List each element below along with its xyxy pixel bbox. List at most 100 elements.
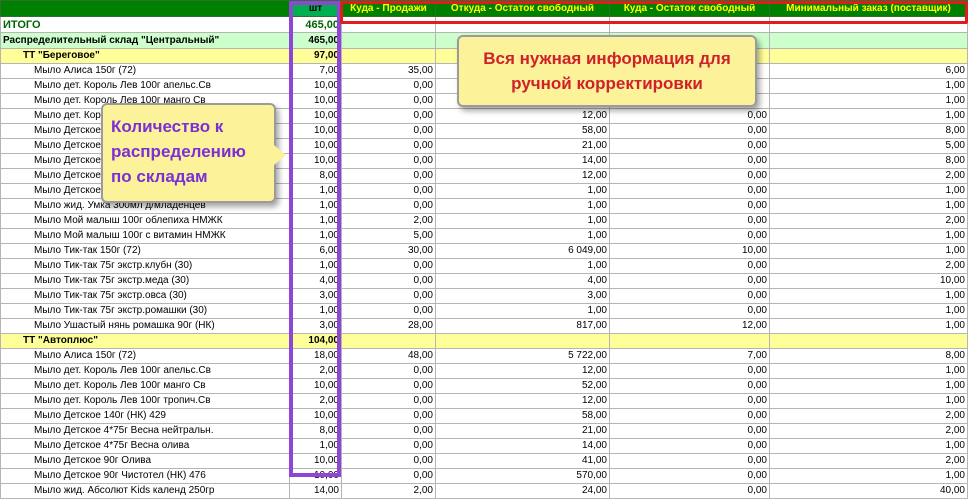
item-dest-free-cell[interactable]: 0,00 <box>609 483 770 499</box>
item-min-order-cell[interactable]: 2,00 <box>769 168 968 184</box>
item-source-free-cell[interactable]: 1,00 <box>435 258 610 274</box>
item-dest-free-cell[interactable]: 0,00 <box>609 423 770 439</box>
item-qty-cell[interactable]: 10,00 <box>289 78 342 94</box>
item-min-order-cell[interactable]: 1,00 <box>769 363 968 379</box>
item-qty-cell[interactable]: 8,00 <box>289 423 342 439</box>
item-sales-cell[interactable]: 0,00 <box>341 408 436 424</box>
item-qty-cell[interactable]: 6,00 <box>289 243 342 259</box>
header-name-cell[interactable] <box>0 0 290 17</box>
item-sales-cell[interactable]: 35,00 <box>341 63 436 79</box>
item-source-free-cell[interactable]: 12,00 <box>435 393 610 409</box>
item-dest-free-cell[interactable]: 12,00 <box>609 318 770 334</box>
item-sales-cell[interactable]: 0,00 <box>341 183 436 199</box>
item-qty-cell[interactable]: 10,00 <box>289 468 342 484</box>
item-name-cell[interactable]: Мыло Детское 90г Чистотел (НК) 476 <box>0 468 290 484</box>
store-label-cell[interactable]: ТТ "Автоплюс" <box>0 333 290 349</box>
item-name-cell[interactable]: Мыло дет. Король Лев 100г апельс.Св <box>0 363 290 379</box>
item-name-cell[interactable]: Мыло Детское 140г (НК) 429 <box>0 408 290 424</box>
item-qty-cell[interactable]: 1,00 <box>289 198 342 214</box>
item-source-free-cell[interactable]: 1,00 <box>435 228 610 244</box>
item-sales-cell[interactable]: 30,00 <box>341 243 436 259</box>
empty-cell[interactable] <box>341 48 436 64</box>
item-min-order-cell[interactable]: 1,00 <box>769 378 968 394</box>
item-min-order-cell[interactable]: 1,00 <box>769 318 968 334</box>
item-name-cell[interactable]: Мыло Мой малыш 100г облепиха НМЖК <box>0 213 290 229</box>
item-dest-free-cell[interactable]: 0,00 <box>609 468 770 484</box>
item-dest-free-cell[interactable]: 0,00 <box>609 273 770 289</box>
item-min-order-cell[interactable]: 5,00 <box>769 138 968 154</box>
item-name-cell[interactable]: Мыло Алиса 150г (72) <box>0 63 290 79</box>
item-dest-free-cell[interactable]: 0,00 <box>609 258 770 274</box>
item-sales-cell[interactable]: 0,00 <box>341 168 436 184</box>
item-name-cell[interactable]: Мыло Тик-так 75г экстр.ромашки (30) <box>0 303 290 319</box>
empty-cell[interactable] <box>609 333 770 349</box>
item-name-cell[interactable]: Мыло Тик-так 75г экстр.меда (30) <box>0 273 290 289</box>
item-source-free-cell[interactable]: 1,00 <box>435 198 610 214</box>
item-qty-cell[interactable]: 7,00 <box>289 63 342 79</box>
item-dest-free-cell[interactable]: 0,00 <box>609 438 770 454</box>
empty-cell[interactable] <box>435 333 610 349</box>
item-dest-free-cell[interactable]: 0,00 <box>609 213 770 229</box>
item-dest-free-cell[interactable]: 0,00 <box>609 183 770 199</box>
item-source-free-cell[interactable]: 12,00 <box>435 363 610 379</box>
item-name-cell[interactable]: Мыло Тик-так 150г (72) <box>0 243 290 259</box>
header-min-order-cell[interactable]: Минимальный заказ (поставщик) <box>769 0 968 17</box>
item-name-cell[interactable]: Мыло Мой малыш 100г с витамин НМЖК <box>0 228 290 244</box>
item-source-free-cell[interactable]: 6 049,00 <box>435 243 610 259</box>
empty-cell[interactable] <box>341 333 436 349</box>
item-sales-cell[interactable]: 0,00 <box>341 303 436 319</box>
empty-cell[interactable] <box>769 48 968 64</box>
item-source-free-cell[interactable]: 1,00 <box>435 213 610 229</box>
item-min-order-cell[interactable]: 1,00 <box>769 93 968 109</box>
item-qty-cell[interactable]: 1,00 <box>289 183 342 199</box>
empty-cell[interactable] <box>769 32 968 49</box>
item-min-order-cell[interactable]: 1,00 <box>769 288 968 304</box>
header-sales-cell[interactable]: Куда - Продажи <box>341 0 436 17</box>
item-dest-free-cell[interactable]: 0,00 <box>609 108 770 124</box>
item-min-order-cell[interactable]: 1,00 <box>769 183 968 199</box>
item-dest-free-cell[interactable]: 0,00 <box>609 408 770 424</box>
item-source-free-cell[interactable]: 21,00 <box>435 423 610 439</box>
item-source-free-cell[interactable]: 570,00 <box>435 468 610 484</box>
total-label-cell[interactable]: ИТОГО <box>0 16 290 33</box>
item-min-order-cell[interactable]: 1,00 <box>769 393 968 409</box>
item-name-cell[interactable]: Мыло Тик-так 75г экстр.клубн (30) <box>0 258 290 274</box>
header-source-free-cell[interactable]: Откуда - Остаток свободный <box>435 0 610 17</box>
item-sales-cell[interactable]: 0,00 <box>341 258 436 274</box>
item-dest-free-cell[interactable]: 0,00 <box>609 123 770 139</box>
item-dest-free-cell[interactable]: 10,00 <box>609 243 770 259</box>
item-min-order-cell[interactable]: 2,00 <box>769 453 968 469</box>
item-min-order-cell[interactable]: 1,00 <box>769 303 968 319</box>
item-dest-free-cell[interactable]: 0,00 <box>609 288 770 304</box>
item-qty-cell[interactable]: 1,00 <box>289 303 342 319</box>
store-label-cell[interactable]: ТТ "Береговое" <box>0 48 290 64</box>
item-qty-cell[interactable]: 10,00 <box>289 138 342 154</box>
item-source-free-cell[interactable]: 24,00 <box>435 483 610 499</box>
item-source-free-cell[interactable]: 1,00 <box>435 183 610 199</box>
item-sales-cell[interactable]: 0,00 <box>341 393 436 409</box>
item-sales-cell[interactable]: 0,00 <box>341 78 436 94</box>
item-min-order-cell[interactable]: 2,00 <box>769 423 968 439</box>
item-name-cell[interactable]: Мыло дет. Король Лев 100г апельс.Св <box>0 78 290 94</box>
warehouse-qty-cell[interactable]: 465,00 <box>289 32 342 49</box>
item-min-order-cell[interactable]: 1,00 <box>769 108 968 124</box>
item-sales-cell[interactable]: 0,00 <box>341 108 436 124</box>
item-sales-cell[interactable]: 0,00 <box>341 378 436 394</box>
item-source-free-cell[interactable]: 12,00 <box>435 168 610 184</box>
item-sales-cell[interactable]: 0,00 <box>341 153 436 169</box>
item-name-cell[interactable]: Мыло дет. Король Лев 100г тропич.Св <box>0 393 290 409</box>
item-qty-cell[interactable]: 10,00 <box>289 93 342 109</box>
item-qty-cell[interactable]: 10,00 <box>289 378 342 394</box>
item-qty-cell[interactable]: 18,00 <box>289 348 342 364</box>
item-qty-cell[interactable]: 1,00 <box>289 438 342 454</box>
item-name-cell[interactable]: Мыло Алиса 150г (72) <box>0 348 290 364</box>
item-sales-cell[interactable]: 5,00 <box>341 228 436 244</box>
item-qty-cell[interactable]: 1,00 <box>289 213 342 229</box>
item-qty-cell[interactable]: 10,00 <box>289 123 342 139</box>
item-qty-cell[interactable]: 10,00 <box>289 108 342 124</box>
empty-cell[interactable] <box>435 16 610 33</box>
item-source-free-cell[interactable]: 41,00 <box>435 453 610 469</box>
item-qty-cell[interactable]: 3,00 <box>289 288 342 304</box>
item-qty-cell[interactable]: 10,00 <box>289 153 342 169</box>
item-source-free-cell[interactable]: 14,00 <box>435 438 610 454</box>
